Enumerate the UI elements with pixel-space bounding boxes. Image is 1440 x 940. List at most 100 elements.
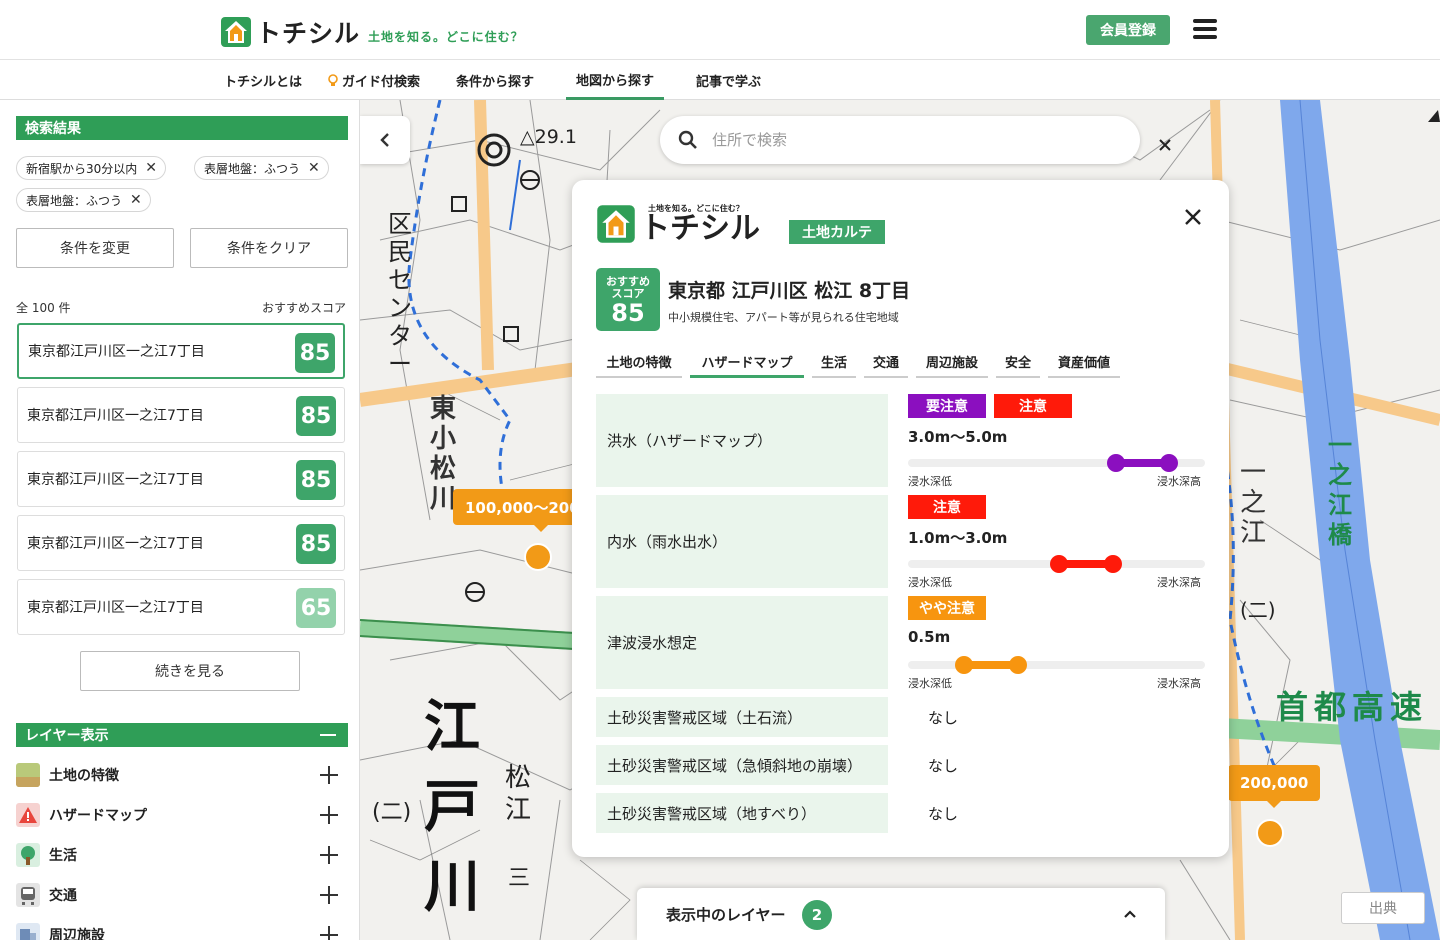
chevron-up-icon[interactable] [1122, 906, 1138, 922]
tab-hazard-map[interactable]: ハザードマップ [690, 352, 804, 378]
result-item[interactable]: 東京都江戸川区一之江7丁目 85 [17, 515, 345, 571]
nav-item-map-search[interactable]: 地図から探す [566, 61, 665, 100]
layer-row-transport[interactable]: 交通 [16, 881, 338, 909]
expand-plus-icon[interactable] [320, 806, 338, 824]
active-layers-count: 2 [802, 900, 832, 930]
map-label-chome: (二) [1240, 598, 1276, 622]
result-address: 東京都江戸川区一之江7丁目 [28, 344, 205, 360]
result-count-row: 全 100 件 おすすめスコア [16, 299, 346, 316]
filter-chip-label: 表層地盤：ふつう [26, 193, 123, 208]
map-label-chome: 三 [508, 866, 531, 891]
map-pin[interactable] [524, 543, 552, 571]
nav-item-condition-search[interactable]: 条件から探す [456, 61, 534, 100]
result-score-badge: 65 [296, 588, 336, 628]
tab-asset-value[interactable]: 資産価値 [1048, 352, 1120, 378]
tab-transport[interactable]: 交通 [864, 352, 908, 378]
collapse-icon[interactable] [320, 734, 336, 736]
depth-track [908, 454, 1205, 472]
result-item[interactable]: 東京都江戸川区一之江7丁目 85 [17, 387, 345, 443]
chevron-left-icon [380, 133, 389, 147]
register-button[interactable]: 会員登録 [1086, 15, 1170, 45]
result-score-badge: 85 [296, 460, 336, 500]
depth-max-dot [1160, 454, 1179, 472]
filter-chip[interactable]: 新宿駅から30分以内 ✕ [16, 156, 167, 180]
depth-max-dot [1008, 656, 1027, 674]
address-search-input[interactable] [712, 128, 1112, 152]
result-item[interactable]: 東京都江戸川区一之江7丁目 85 [17, 451, 345, 507]
building-icon [16, 923, 40, 940]
close-icon[interactable] [1182, 206, 1204, 228]
life-tree-icon [16, 843, 40, 867]
map-label-matsue: 松江 [505, 763, 532, 825]
tab-land-feature[interactable]: 土地の特徴 [596, 352, 682, 378]
change-conditions-button[interactable]: 条件を変更 [16, 228, 174, 268]
hazard-range: 3.0m〜5.0m [908, 428, 1008, 446]
tab-safety[interactable]: 安全 [996, 352, 1040, 378]
chip-remove-icon[interactable]: ✕ [308, 160, 320, 176]
hamburger-menu-icon[interactable] [1193, 19, 1217, 41]
logo-house-icon [221, 17, 251, 47]
layer-row-land[interactable]: 土地の特徴 [16, 761, 338, 789]
price-tag[interactable]: 200,000 [1228, 765, 1321, 808]
land-karte-panel: トチシル 土地を知る。どこに住む？ 土地カルテ おすすめ スコア 85 東京都 … [572, 180, 1229, 857]
expand-plus-icon[interactable] [320, 766, 338, 784]
risk-tag: 注意 [908, 495, 986, 519]
train-icon [16, 883, 40, 907]
layer-row-life[interactable]: 生活 [16, 841, 338, 869]
tab-facilities[interactable]: 周辺施設 [916, 352, 988, 378]
layer-row-hazard[interactable]: ハザードマップ [16, 801, 338, 829]
depth-high-label: 浸水深高 [1157, 475, 1201, 488]
result-score-badge: 85 [296, 524, 336, 564]
expand-plus-icon[interactable] [320, 846, 338, 864]
map-pin[interactable] [1256, 819, 1284, 847]
expand-plus-icon[interactable] [320, 926, 338, 940]
active-layers-label: 表示中のレイヤー [666, 905, 786, 924]
depth-min-dot [1050, 555, 1069, 573]
result-address: 東京都江戸川区一之江7丁目 [27, 600, 204, 616]
credit-button[interactable]: 出典 [1341, 892, 1425, 924]
depth-min-dot [955, 656, 974, 674]
nav-item-articles[interactable]: 記事で学ぶ [696, 61, 761, 100]
layer-label: 交通 [49, 888, 77, 904]
risk-tag: 注意 [994, 394, 1072, 418]
karte-logo: トチシル 土地を知る。どこに住む？ [596, 204, 760, 244]
address-search-bar[interactable] [660, 116, 1140, 164]
layer-row-facilities[interactable]: 周辺施設 [16, 921, 338, 940]
active-layers-bar[interactable]: 表示中のレイヤー 2 [637, 888, 1165, 940]
logo-house-icon [597, 205, 635, 243]
depth-low-label: 浸水深低 [908, 475, 952, 488]
depth-low-label: 浸水深低 [908, 677, 952, 690]
layers-section-title[interactable]: レイヤー表示 [16, 723, 348, 747]
hazard-value: なし [928, 709, 959, 727]
filter-chip[interactable]: 表層地盤：ふつう ✕ [16, 188, 151, 212]
hazard-range: 1.0m〜3.0m [908, 529, 1008, 547]
site-logo[interactable]: トチシル 土地を知る。どこに住む？ [220, 14, 524, 50]
land-feature-icon [16, 763, 40, 787]
hazard-name-cell: 内水（雨水出水） [596, 495, 888, 588]
score-value: 85 [611, 299, 645, 327]
clear-conditions-button[interactable]: 条件をクリア [190, 228, 348, 268]
nav-item-about[interactable]: トチシルとは [224, 61, 302, 100]
chip-remove-icon[interactable]: ✕ [145, 160, 157, 176]
sort-label[interactable]: おすすめスコア [262, 299, 346, 316]
show-more-button[interactable]: 続きを見る [80, 651, 300, 691]
expand-plus-icon[interactable] [320, 886, 338, 904]
hazard-name-cell: 土砂災害警戒区域（土石流） [596, 697, 888, 737]
depth-track [908, 555, 1205, 573]
map-label-ichinoe-bridge: 一之江橋 [1328, 431, 1352, 549]
depth-min-dot [1106, 454, 1125, 472]
tab-life[interactable]: 生活 [812, 352, 856, 378]
layer-label: 生活 [49, 848, 77, 864]
karte-label: 土地カルテ [789, 220, 885, 244]
filter-chip[interactable]: 表層地盤：ふつう ✕ [194, 156, 329, 180]
result-address: 東京都江戸川区一之江7丁目 [27, 472, 204, 488]
result-item[interactable]: 東京都江戸川区一之江7丁目 65 [17, 579, 345, 635]
map-label-elevation: △29.1 [520, 126, 577, 148]
back-button[interactable] [360, 116, 410, 164]
nav-item-guided-search[interactable]: ガイド付検索 [328, 61, 420, 100]
chip-remove-icon[interactable]: ✕ [130, 192, 142, 208]
depth-high-label: 浸水深高 [1157, 677, 1201, 690]
result-item[interactable]: 東京都江戸川区一之江7丁目 85 [17, 323, 345, 379]
depth-low-label: 浸水深低 [908, 576, 952, 589]
risk-tag: 要注意 [908, 394, 986, 418]
